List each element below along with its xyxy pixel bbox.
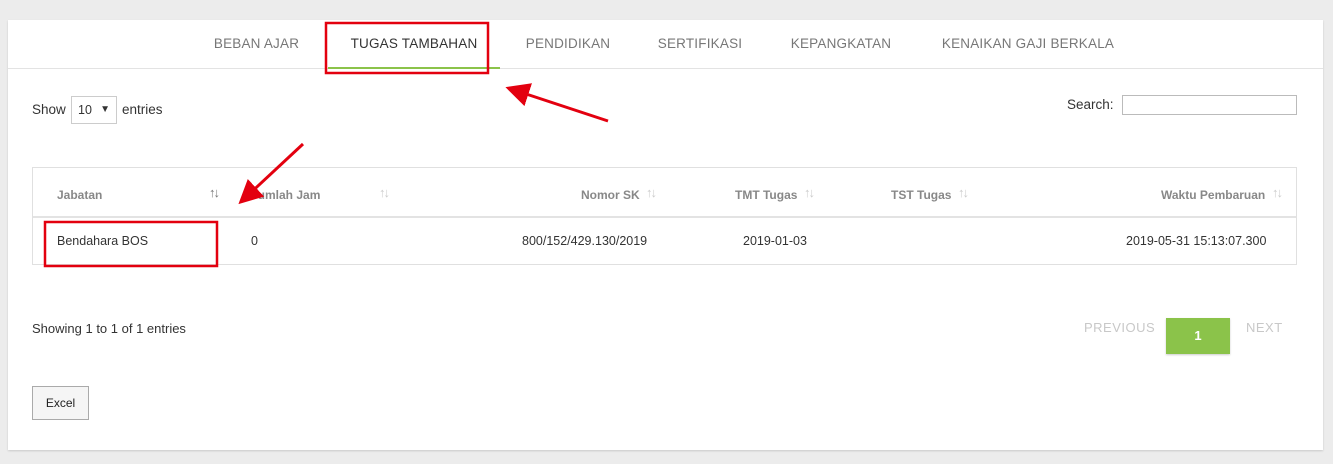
cell-waktu-pembaruan: 2019-05-31 15:13:07.300: [1126, 234, 1267, 248]
excel-button[interactable]: Excel: [32, 386, 89, 420]
pagination-page-1[interactable]: 1: [1166, 318, 1230, 354]
col-header-nomor-sk[interactable]: Nomor SK: [581, 168, 640, 216]
tab-sertifikasi[interactable]: SERTIFIKASI: [644, 20, 756, 68]
tab-beban-ajar[interactable]: BEBAN AJAR: [198, 20, 315, 68]
pagination-next[interactable]: NEXT: [1246, 320, 1283, 335]
sort-icon[interactable]: ↑↓: [804, 168, 815, 218]
sort-asc-icon[interactable]: ↑↓: [209, 168, 220, 218]
col-header-jabatan[interactable]: Jabatan: [57, 168, 102, 216]
cell-jumlah-jam: 0: [251, 234, 258, 248]
col-header-jumlah-jam[interactable]: Jumlah Jam: [251, 168, 320, 216]
sort-icon[interactable]: ↑↓: [646, 168, 657, 218]
entries-select[interactable]: 10 ▼: [71, 96, 117, 124]
caret-down-icon: ▼: [100, 104, 110, 115]
table-info: Showing 1 to 1 of 1 entries: [32, 321, 186, 336]
cell-nomor-sk: 800/152/429.130/2019: [522, 234, 648, 248]
col-header-tmt-tugas[interactable]: TMT Tugas: [735, 168, 797, 216]
col-header-tst-tugas[interactable]: TST Tugas: [891, 168, 951, 216]
entries-label: entries: [122, 102, 163, 117]
search-label: Search:: [1067, 97, 1114, 112]
content-card: BEBAN AJAR TUGAS TAMBAHAN PENDIDIKAN SER…: [8, 20, 1323, 450]
search-input[interactable]: [1122, 95, 1297, 115]
sort-icon[interactable]: ↑↓: [379, 168, 390, 218]
tab-kepangkatan[interactable]: KEPANGKATAN: [778, 20, 904, 68]
table-header: Jabatan ↑↓ Jumlah Jam ↑↓ Nomor SK ↑↓ TMT…: [33, 168, 1296, 218]
tab-bar: BEBAN AJAR TUGAS TAMBAHAN PENDIDIKAN SER…: [8, 20, 1323, 69]
pagination-previous[interactable]: PREVIOUS: [1084, 320, 1155, 335]
sort-icon[interactable]: ↑↓: [1272, 168, 1283, 218]
sort-icon[interactable]: ↑↓: [958, 168, 969, 218]
show-label: Show: [32, 102, 66, 117]
cell-jabatan: Bendahara BOS: [57, 234, 149, 248]
tab-tugas-tambahan[interactable]: TUGAS TAMBAHAN: [328, 20, 500, 69]
tab-pendidikan[interactable]: PENDIDIKAN: [514, 20, 622, 68]
tab-kenaikan-gaji-berkala[interactable]: KENAIKAN GAJI BERKALA: [928, 20, 1128, 68]
cell-tmt-tugas: 2019-01-03: [743, 234, 807, 248]
col-header-waktu-pembaruan[interactable]: Waktu Pembaruan: [1161, 168, 1265, 216]
data-table: Jabatan ↑↓ Jumlah Jam ↑↓ Nomor SK ↑↓ TMT…: [32, 167, 1297, 265]
entries-select-value: 10: [78, 103, 92, 117]
